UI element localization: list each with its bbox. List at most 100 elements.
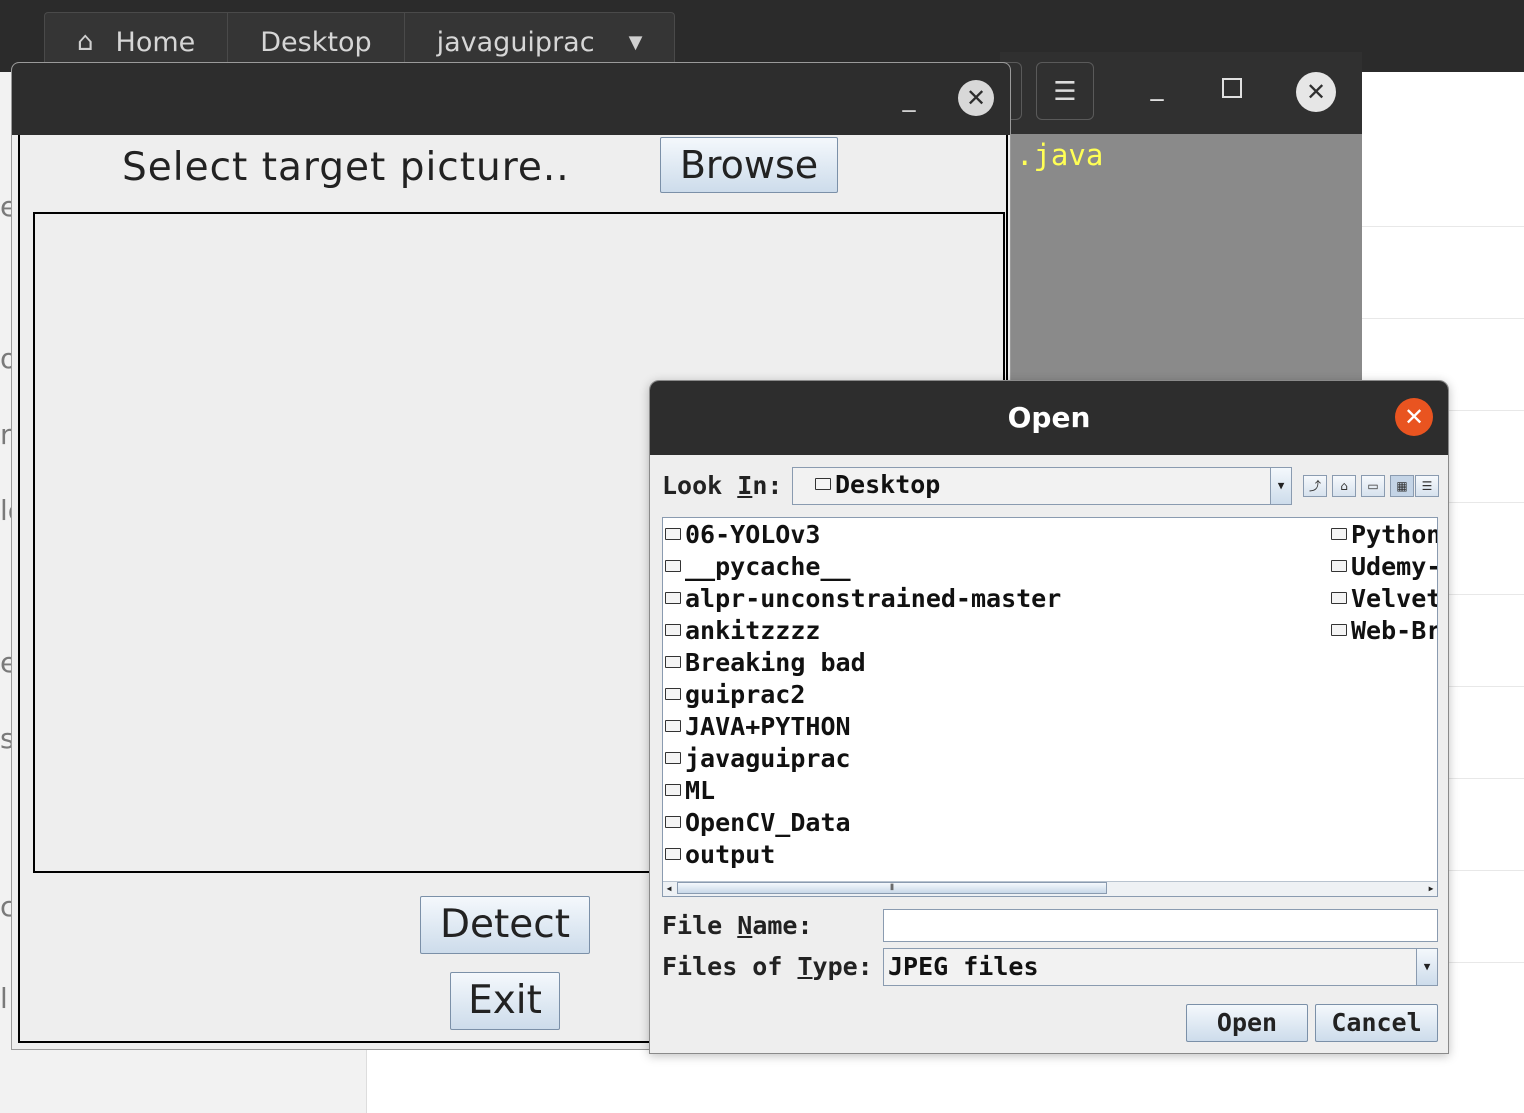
chevron-down-icon[interactable]: ▼ — [1270, 468, 1291, 504]
list-item-label: Python — [1351, 520, 1438, 549]
folder-icon — [665, 560, 681, 572]
minimize-icon[interactable]: _ — [892, 83, 926, 117]
list-item[interactable]: ML — [665, 776, 715, 805]
look-in-select[interactable]: Desktop ▼ — [792, 467, 1292, 505]
list-item-label: ML — [685, 776, 716, 805]
path-home-label: Home — [115, 26, 196, 58]
label-part: Files of — [662, 952, 798, 981]
scroll-right-icon[interactable]: ▶ — [1425, 882, 1437, 895]
new-folder-icon[interactable]: ▭ — [1361, 475, 1385, 497]
look-in-value-wrap: Desktop — [815, 470, 940, 499]
list-item[interactable]: Web-Br — [1331, 616, 1438, 645]
folder-icon — [665, 752, 681, 764]
list-view-icon[interactable]: ▦ — [1390, 475, 1414, 497]
files-of-type-select[interactable]: JPEG files ▼ — [883, 948, 1438, 986]
minimize-icon[interactable]: _ — [1140, 72, 1174, 112]
terminal-output: .java — [1016, 138, 1104, 172]
file-list[interactable]: 06-YOLOv3 __pycache__ alpr-unconstrained… — [662, 517, 1438, 897]
folder-icon — [1331, 528, 1347, 540]
files-of-type-label: Files of Type: — [662, 952, 873, 981]
list-item-label: Udemy- — [1351, 552, 1438, 581]
window-titlebar: _ ✕ — [12, 63, 1010, 135]
detect-button[interactable]: Detect — [420, 896, 590, 954]
list-item-label: Velvet — [1351, 584, 1438, 613]
list-item-label: output — [685, 840, 776, 869]
folder-icon — [665, 656, 681, 668]
look-in-value: Desktop — [835, 470, 941, 499]
list-item[interactable]: 06-YOLOv3 — [665, 520, 820, 549]
file-name-label: File Name: — [662, 911, 813, 940]
home-icon: ⌂ — [77, 27, 94, 57]
dialog-titlebar: Open ✕ — [650, 381, 1448, 455]
chevron-down-icon[interactable]: ▼ — [1416, 949, 1437, 985]
list-item[interactable]: Udemy- — [1331, 552, 1438, 581]
list-item[interactable]: __pycache__ — [665, 552, 851, 581]
label-part: ame: — [752, 911, 813, 940]
list-item-label: Web-Br — [1351, 616, 1438, 645]
folder-icon — [1331, 592, 1347, 604]
label-part: File — [662, 911, 738, 940]
label-part: Look — [662, 471, 738, 500]
list-item[interactable]: ankitzzzz — [665, 616, 820, 645]
files-of-type-value: JPEG files — [888, 952, 1039, 981]
close-icon[interactable]: ✕ — [1296, 72, 1336, 112]
up-folder-icon[interactable]: ⤴ — [1303, 475, 1327, 497]
list-item[interactable]: JAVA+PYTHON — [665, 712, 851, 741]
close-icon[interactable]: ✕ — [1395, 398, 1433, 436]
list-item[interactable]: OpenCV_Data — [665, 808, 851, 837]
folder-icon — [665, 720, 681, 732]
select-picture-label: Select target picture.. — [122, 145, 570, 190]
browse-button[interactable]: Browse — [660, 137, 838, 193]
list-item[interactable]: javaguiprac — [665, 744, 851, 773]
cancel-button[interactable]: Cancel — [1315, 1004, 1438, 1042]
open-file-dialog: Open ✕ Look In: Desktop ▼ ⤴ ⌂ ▭ ▦ ☰ 06-Y… — [649, 380, 1449, 1054]
path-desktop-label: Desktop — [260, 26, 372, 58]
label-part: n: — [752, 471, 783, 500]
list-item[interactable]: guiprac2 — [665, 680, 805, 709]
folder-icon — [665, 816, 681, 828]
terminal-header: ☰ _ ✕ — [1000, 52, 1362, 134]
chevron-down-icon[interactable]: ▼ — [629, 32, 643, 53]
hamburger-icon[interactable]: ☰ — [1036, 62, 1094, 120]
list-item[interactable]: output — [665, 840, 775, 869]
dialog-title: Open — [1007, 401, 1091, 434]
folder-icon — [665, 688, 681, 700]
home-folder-icon[interactable]: ⌂ — [1332, 475, 1356, 497]
exit-button[interactable]: Exit — [450, 972, 560, 1030]
list-item-label: ankitzzzz — [685, 616, 821, 645]
scrollbar-thumb[interactable]: ⦀ — [677, 882, 1107, 894]
file-name-input[interactable] — [883, 909, 1438, 942]
terminal-window: ☰ _ ✕ .java — [1000, 52, 1362, 392]
list-item-label: Breaking bad — [685, 648, 866, 677]
list-item[interactable]: Velvet — [1331, 584, 1438, 613]
label-part: ype: — [812, 952, 873, 981]
folder-icon — [665, 592, 681, 604]
horizontal-scrollbar[interactable]: ◀ ⦀ ▶ — [663, 881, 1437, 896]
list-item[interactable]: Python — [1331, 520, 1438, 549]
list-item[interactable]: Breaking bad — [665, 648, 866, 677]
maximize-icon[interactable] — [1222, 78, 1242, 98]
sidebar-fragment: l — [0, 982, 8, 1015]
label-mnemonic: N — [737, 911, 753, 940]
look-in-label: Look In: — [662, 471, 782, 500]
list-item-label: JAVA+PYTHON — [685, 712, 851, 741]
folder-icon — [1331, 624, 1347, 636]
folder-icon — [815, 478, 831, 490]
list-item-label: guiprac2 — [685, 680, 806, 709]
close-icon[interactable]: ✕ — [958, 80, 994, 116]
list-item-label: javaguiprac — [685, 744, 851, 773]
folder-icon — [665, 528, 681, 540]
list-item-label: alpr-unconstrained-master — [685, 584, 1062, 613]
folder-icon — [665, 784, 681, 796]
folder-icon — [665, 624, 681, 636]
list-item[interactable]: alpr-unconstrained-master — [665, 584, 1061, 613]
list-item-label: OpenCV_Data — [685, 808, 851, 837]
list-item-label: 06-YOLOv3 — [685, 520, 821, 549]
details-view-icon[interactable]: ☰ — [1415, 475, 1439, 497]
path-javaguiprac-label: javaguiprac — [436, 26, 595, 58]
scroll-left-icon[interactable]: ◀ — [663, 882, 675, 895]
folder-icon — [665, 848, 681, 860]
folder-icon — [1331, 560, 1347, 572]
open-button[interactable]: Open — [1186, 1004, 1308, 1042]
list-item-label: __pycache__ — [685, 552, 851, 581]
